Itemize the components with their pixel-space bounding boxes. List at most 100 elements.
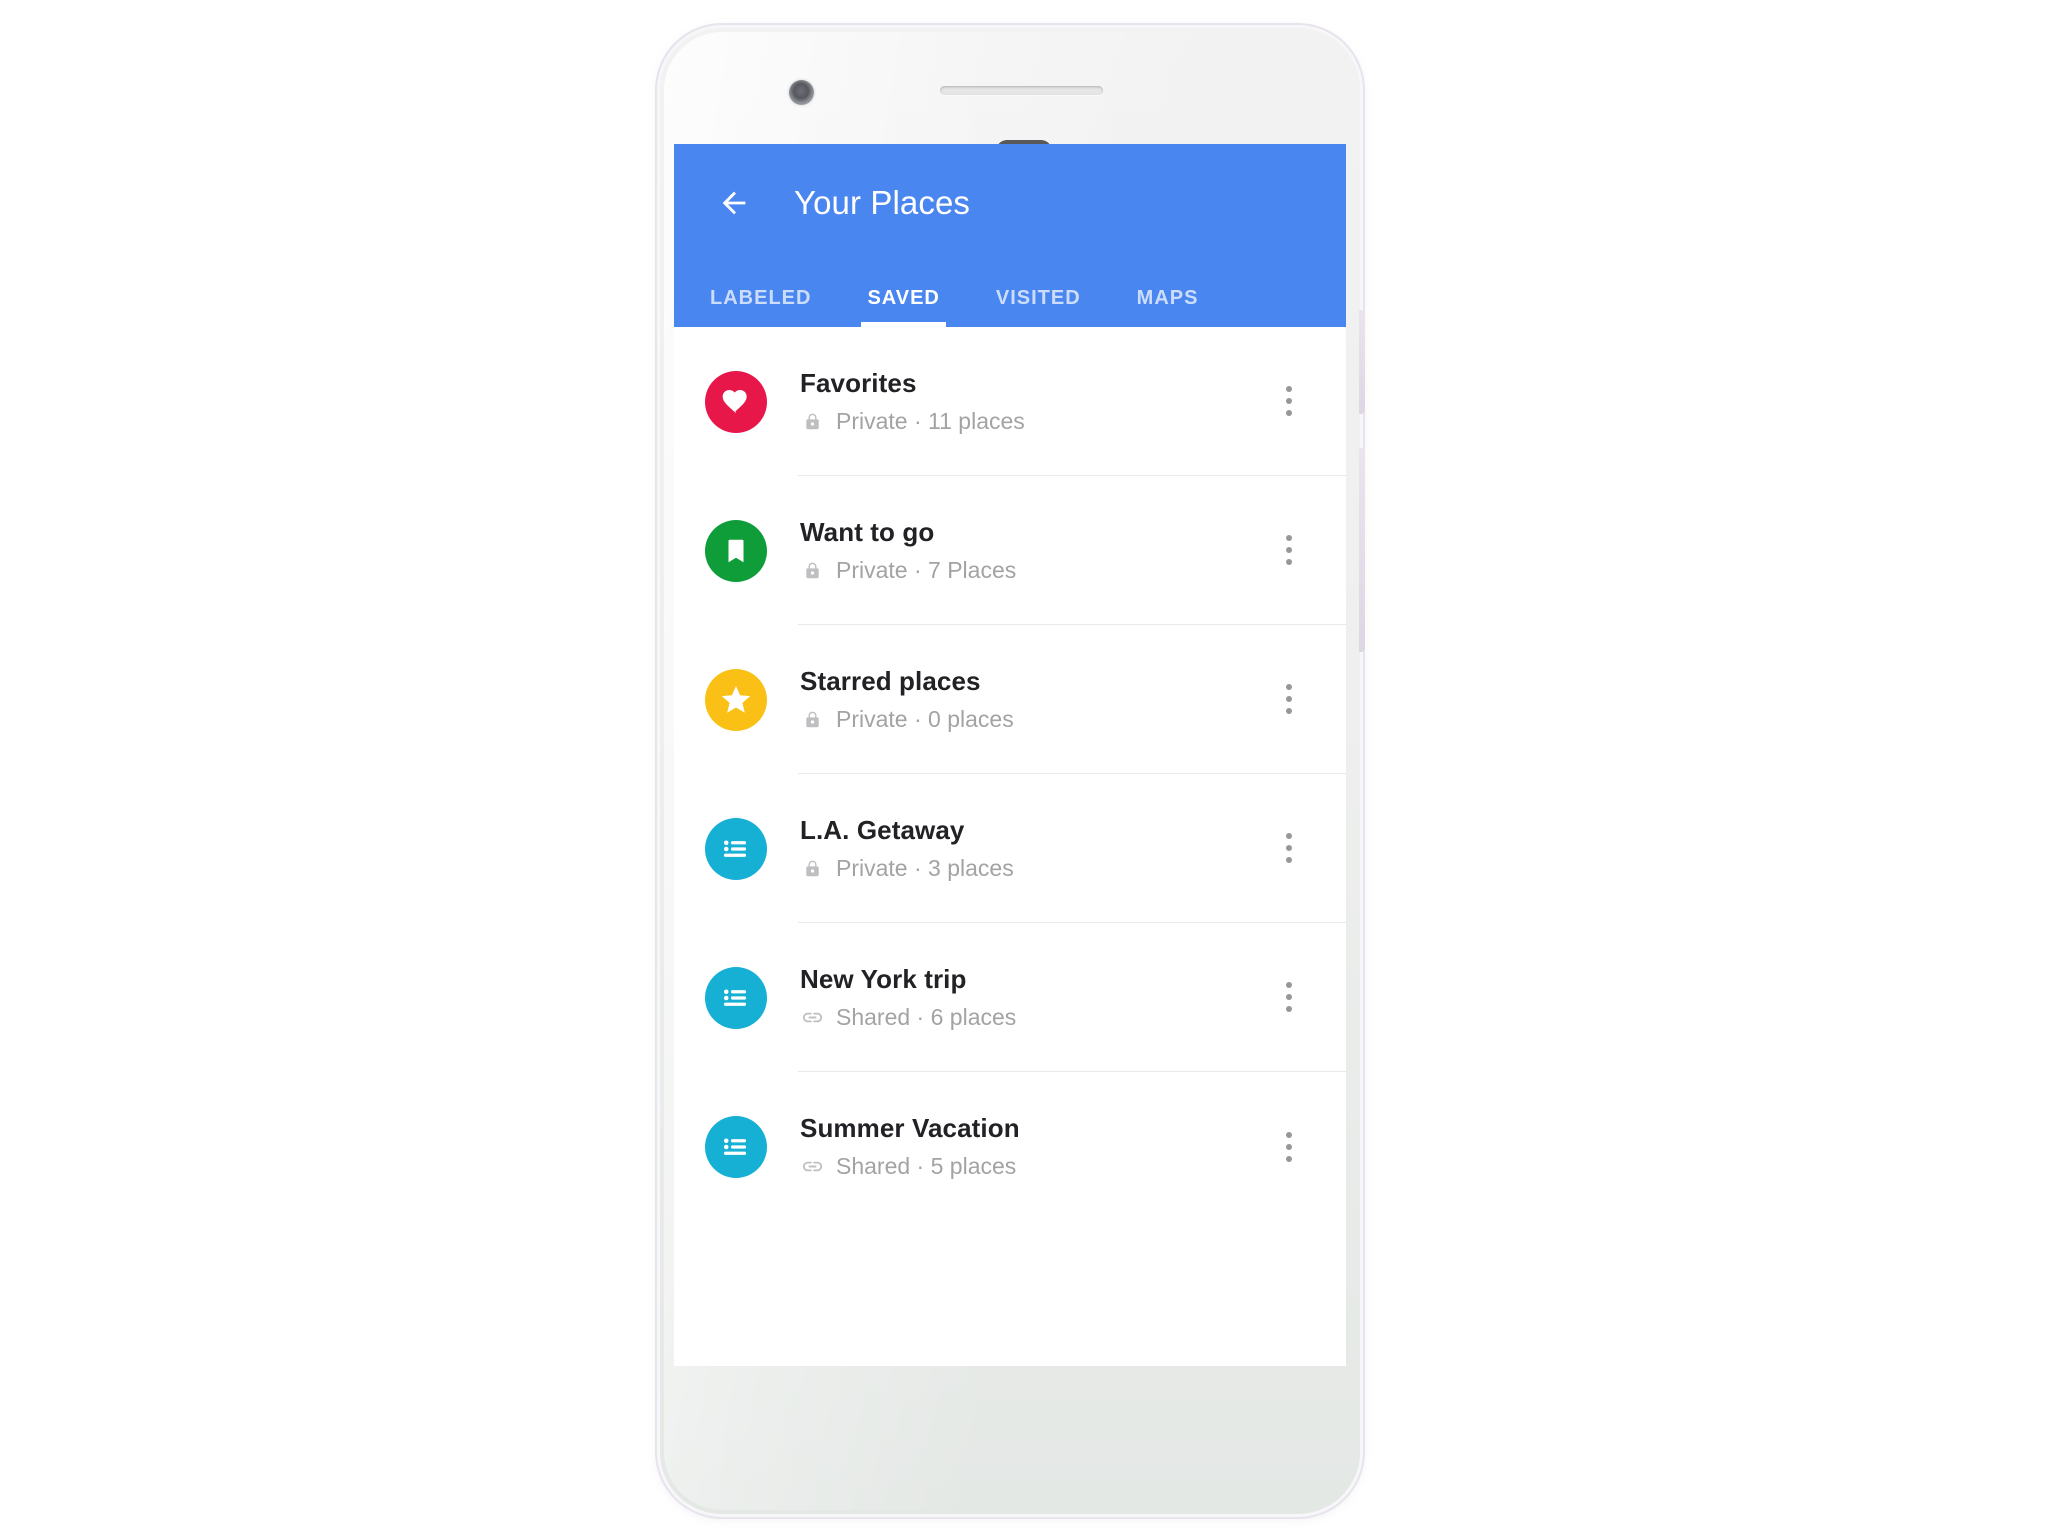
more-vertical-icon[interactable] [1258, 519, 1320, 581]
dot [1286, 684, 1292, 690]
list-item-badge-cell [674, 923, 798, 1072]
list-item-title: Want to go [800, 516, 935, 547]
list-icon [724, 840, 746, 857]
page-title: Your Places [794, 184, 970, 221]
phone-device: Your Places LABELED SAVED VISITED MAPS F… [660, 28, 1365, 1514]
dot [1286, 535, 1292, 541]
link-icon [800, 1005, 824, 1029]
list-item-title: Favorites [800, 367, 917, 398]
list-item-text: Favorites Private · 11 places [798, 368, 1025, 435]
list-item-subtitle: Shared · 6 places [836, 1003, 1017, 1030]
list-badge [705, 817, 767, 880]
list-item-title: New York trip [800, 963, 967, 994]
bookmark-icon [728, 539, 744, 562]
dot [1286, 398, 1292, 404]
dot [1286, 410, 1292, 416]
list-item-text: New York trip Shared · 6 places [798, 964, 1016, 1031]
list-badge [705, 966, 767, 1029]
list-item-title: Summer Vacation [800, 1113, 1020, 1143]
star-badge [705, 668, 767, 731]
heart-badge [705, 370, 767, 433]
list-item[interactable]: L.A. Getaway Private · 3 places [674, 774, 1346, 923]
list-item-badge-cell [674, 327, 798, 476]
tab-bar: LABELED SAVED VISITED MAPS [674, 262, 1346, 327]
more-vertical-icon[interactable] [1258, 817, 1320, 879]
list-item[interactable]: Starred places Private · 0 places [674, 625, 1346, 774]
list-item-text: Want to go Private · 7 Places [798, 517, 1016, 584]
dot [1286, 1143, 1292, 1150]
list-item-text: L.A. Getaway Private · 3 places [798, 815, 1014, 882]
dot [1286, 696, 1292, 702]
phone-screen: Your Places LABELED SAVED VISITED MAPS F… [674, 144, 1346, 1366]
earpiece-speaker-icon [940, 86, 1103, 95]
list-item-subtitle-row: Private · 7 Places [800, 557, 1016, 584]
dot [1286, 833, 1292, 839]
list-item-badge-cell [674, 1072, 798, 1221]
dot [1286, 386, 1292, 392]
list-item[interactable]: Summer Vacation Shared · 5 places [674, 1072, 1346, 1221]
list-item-subtitle-row: Private · 11 places [800, 408, 1025, 435]
dot [1286, 857, 1292, 863]
list-item-text: Starred places Private · 0 places [798, 666, 1014, 733]
more-vertical-icon[interactable] [1258, 966, 1320, 1028]
tab-saved[interactable]: SAVED [861, 287, 947, 327]
app-bar-top-row: Your Places [674, 144, 1346, 262]
list-item-body: Starred places Private · 0 places [798, 625, 1346, 774]
list-item-title: L.A. Getaway [800, 814, 965, 845]
heart-icon [722, 389, 747, 413]
dot [1286, 559, 1292, 565]
list-item-body: Summer Vacation Shared · 5 places [798, 1072, 1346, 1221]
dot [1286, 1131, 1292, 1138]
bookmark-badge [705, 519, 767, 582]
lock-icon [800, 856, 824, 880]
list-item-subtitle: Private · 7 Places [836, 556, 1017, 583]
lock-icon [800, 558, 824, 582]
power-button[interactable] [1359, 310, 1365, 414]
list-item-subtitle: Private · 3 places [836, 854, 1014, 881]
more-vertical-icon[interactable] [1258, 1116, 1320, 1178]
list-icon [724, 989, 746, 1006]
back-button[interactable] [708, 177, 760, 229]
list-item-subtitle-row: Shared · 6 places [800, 1004, 1016, 1031]
dot [1286, 845, 1292, 851]
list-item-title: Starred places [800, 665, 981, 696]
dot [1286, 1006, 1292, 1012]
more-vertical-icon[interactable] [1258, 370, 1320, 432]
list-item-body: New York trip Shared · 6 places [798, 923, 1346, 1072]
list-item-badge-cell [674, 476, 798, 625]
lock-icon [800, 707, 824, 731]
tab-maps[interactable]: MAPS [1131, 287, 1205, 327]
list-badge [705, 1115, 767, 1178]
tab-visited[interactable]: VISITED [990, 287, 1087, 327]
link-icon [800, 1155, 824, 1179]
list-item-subtitle: Private · 11 places [836, 407, 1025, 434]
list-item-subtitle-row: Private · 3 places [800, 855, 1014, 882]
dot [1286, 708, 1292, 714]
list-icon [724, 1138, 746, 1155]
list-item-badge-cell [674, 625, 798, 774]
list-item-badge-cell [674, 774, 798, 923]
saved-lists-container: Favorites Private · 11 places Want to go… [674, 327, 1346, 1221]
list-item-body: L.A. Getaway Private · 3 places [798, 774, 1346, 923]
list-item-subtitle-row: Private · 0 places [800, 706, 1014, 733]
list-item-text: Summer Vacation Shared · 5 places [798, 1113, 1020, 1180]
star-icon [721, 685, 751, 713]
more-vertical-icon[interactable] [1258, 668, 1320, 730]
list-item-subtitle-row: Shared · 5 places [800, 1153, 1020, 1180]
list-item-body: Favorites Private · 11 places [798, 327, 1346, 476]
list-item[interactable]: New York trip Shared · 6 places [674, 923, 1346, 1072]
list-item-subtitle: Private · 0 places [836, 705, 1014, 732]
list-item[interactable]: Favorites Private · 11 places [674, 327, 1346, 476]
dot [1286, 982, 1292, 988]
list-item[interactable]: Want to go Private · 7 Places [674, 476, 1346, 625]
app-bar: Your Places LABELED SAVED VISITED MAPS [674, 144, 1346, 327]
front-camera-icon [789, 80, 814, 105]
lock-icon [800, 409, 824, 433]
volume-rocker-button[interactable] [1359, 448, 1365, 652]
dot [1286, 1155, 1292, 1162]
dot [1286, 994, 1292, 1000]
list-item-body: Want to go Private · 7 Places [798, 476, 1346, 625]
arrow-left-icon [722, 191, 746, 215]
list-item-subtitle: Shared · 5 places [836, 1153, 1017, 1179]
tab-labeled[interactable]: LABELED [704, 287, 817, 327]
